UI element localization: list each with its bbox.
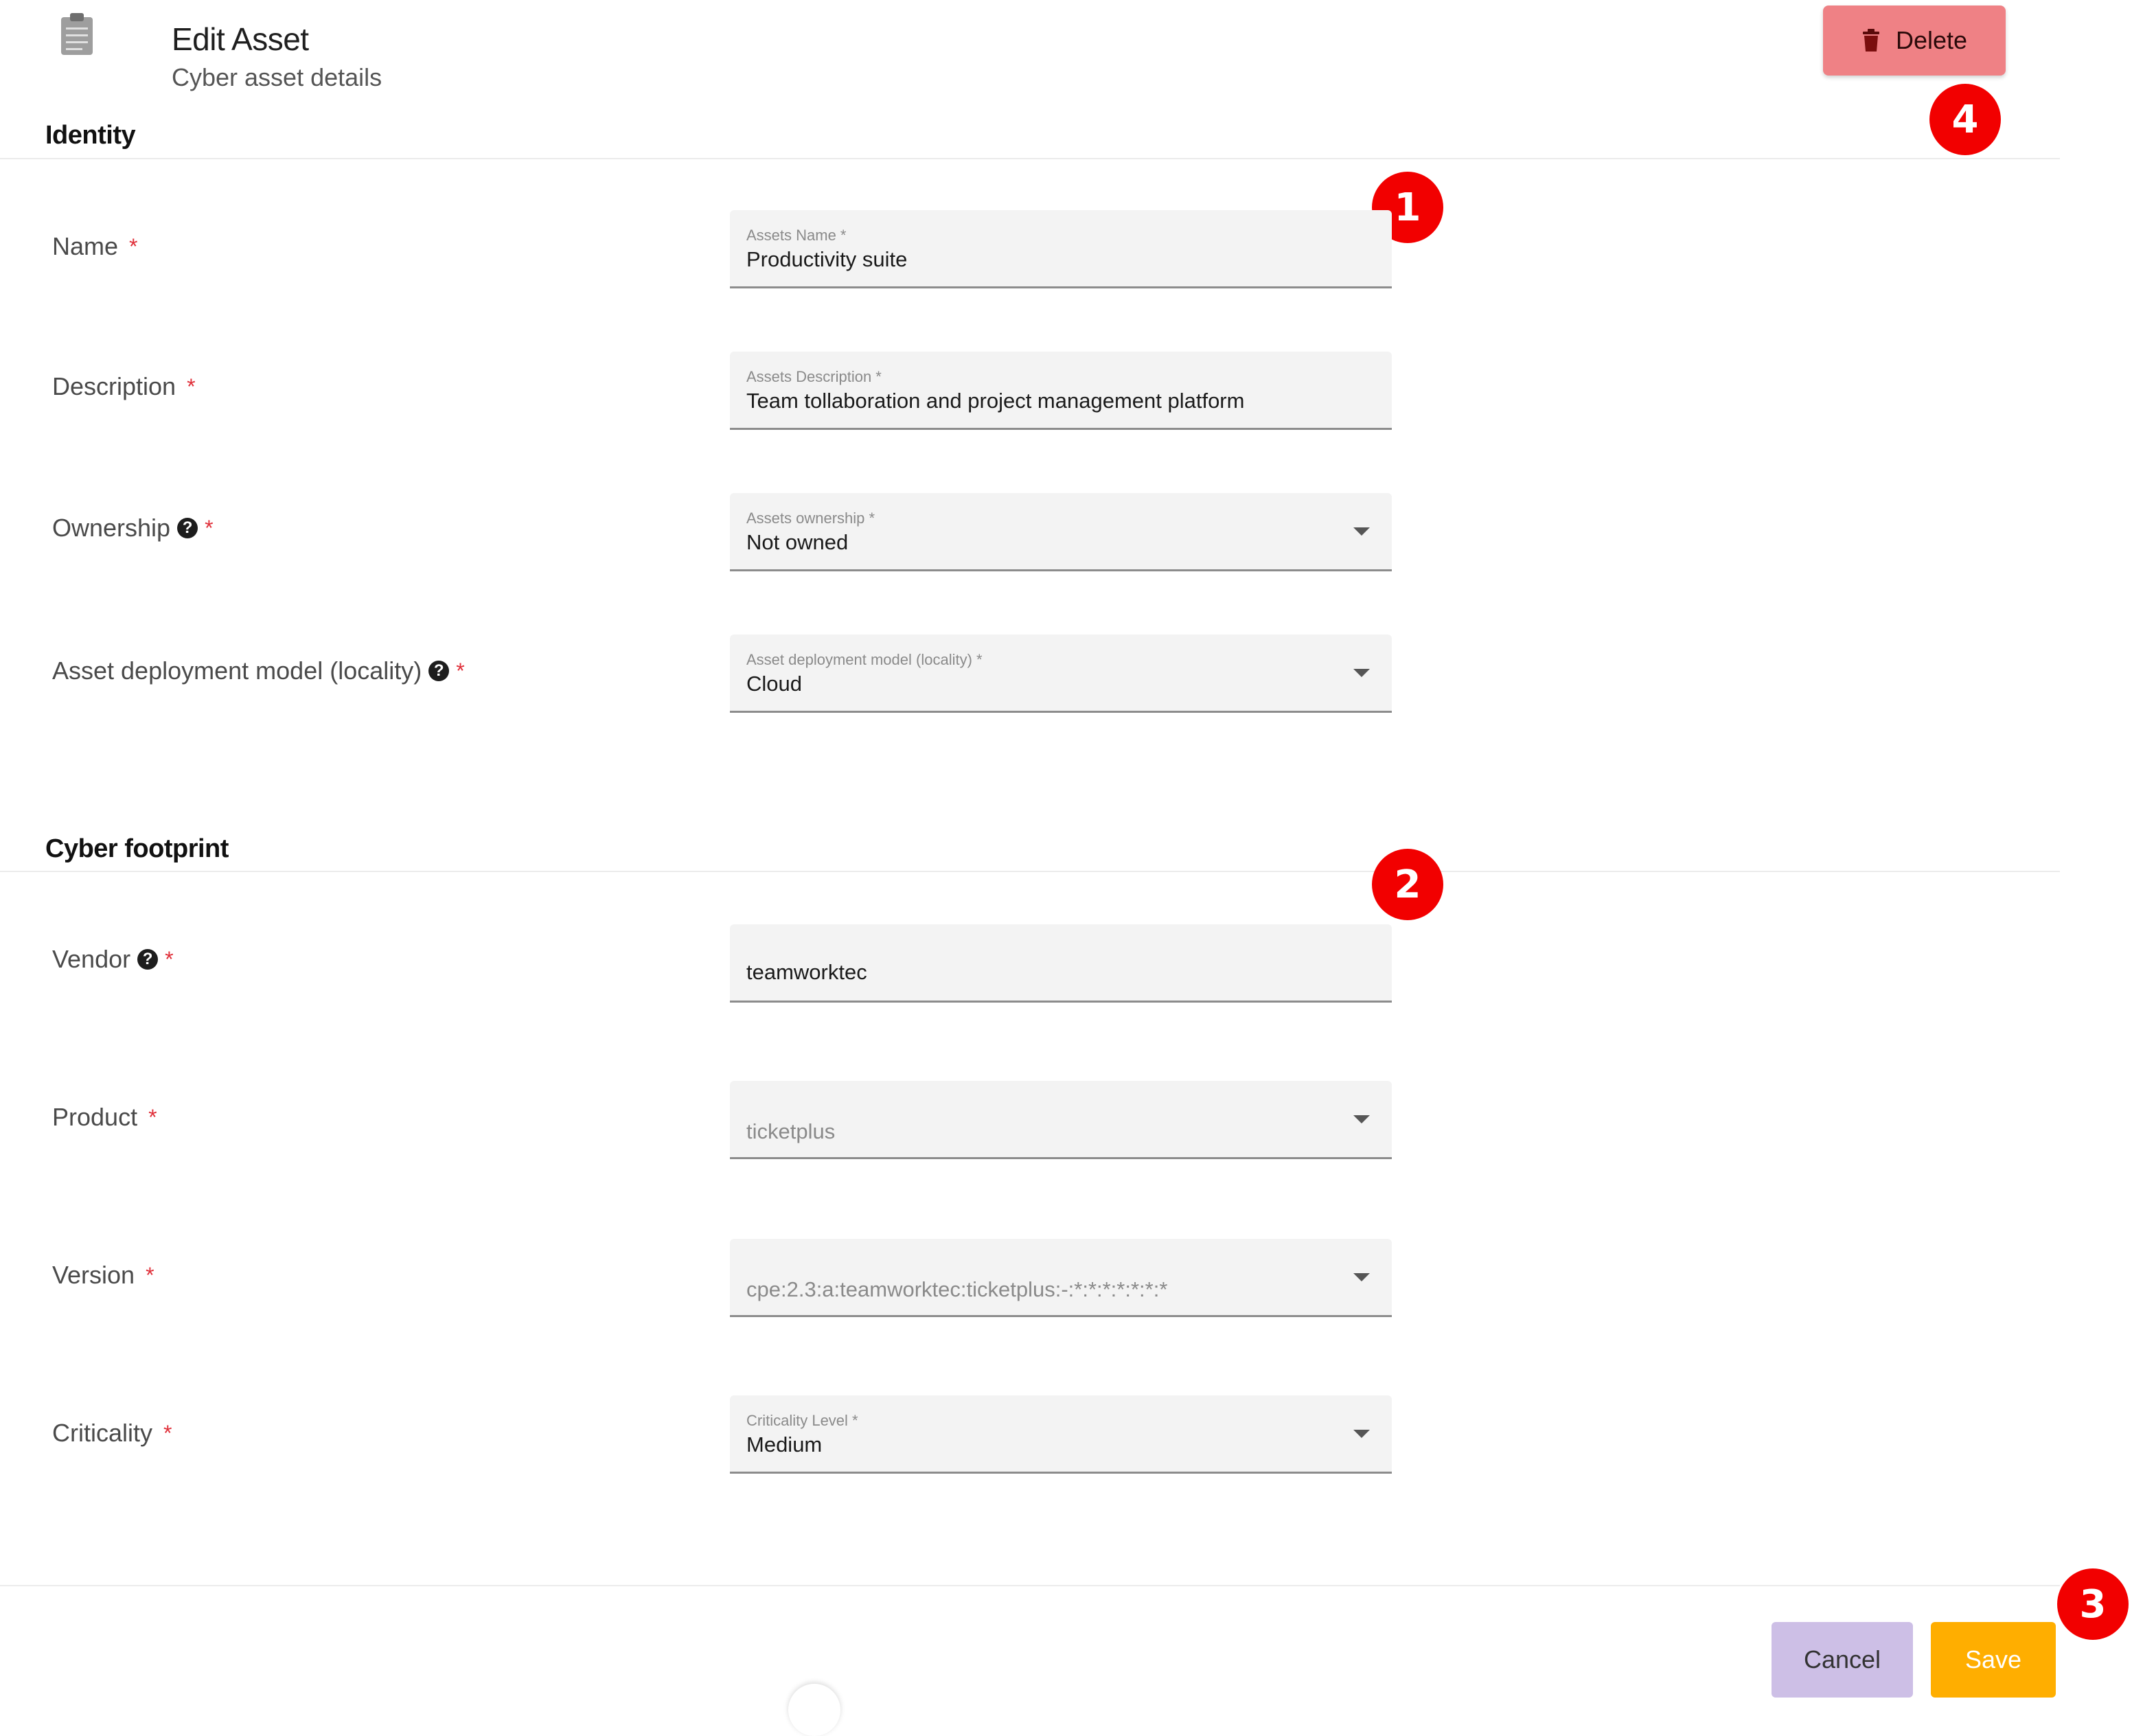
deployment-model-float-label: Asset deployment model (locality) * [746,651,983,668]
product-select[interactable]: ticketplus [730,1081,1392,1159]
assets-ownership-value: Not owned [746,530,849,554]
ownership-label: Ownership ? * [52,514,214,542]
section-divider [0,871,2060,872]
floating-round-button[interactable] [788,1684,840,1736]
assets-name-float-label: Assets Name * [746,227,847,244]
assets-name-value: Productivity suite [746,247,908,271]
section-title-identity: Identity [45,121,136,150]
clipboard-icon [61,13,93,55]
save-button[interactable]: Save [1931,1622,2056,1698]
version-label: Version * [52,1261,154,1290]
cancel-button[interactable]: Cancel [1772,1622,1913,1698]
product-value: ticketplus [746,1119,836,1143]
assets-ownership-float-label: Assets ownership * [746,510,875,527]
deployment-model-value: Cloud [746,672,802,696]
version-value: cpe:2.3:a:teamworktec:ticketplus:-:*:*:*… [746,1277,1168,1301]
required-marker: * [148,1104,157,1130]
version-select[interactable]: cpe:2.3:a:teamworktec:ticketplus:-:*:*:*… [730,1239,1392,1317]
description-label-text: Description [52,372,176,400]
caret-down-icon [1353,669,1370,677]
required-marker: * [456,658,465,683]
vendor-value: teamworktec [746,960,867,984]
criticality-label: Criticality * [52,1419,172,1448]
help-icon[interactable]: ? [428,661,450,681]
name-label: Name * [52,232,137,261]
required-marker: * [205,515,214,540]
caret-down-icon [1353,1273,1370,1281]
section-title-cyber-footprint: Cyber footprint [45,834,229,863]
criticality-level-select[interactable]: Criticality Level * Medium [730,1395,1392,1474]
required-marker: * [163,1420,172,1446]
vendor-label: Vendor ? * [52,945,174,974]
required-marker: * [146,1262,154,1288]
assets-name-input[interactable]: Assets Name * Productivity suite [730,210,1392,288]
deployment-model-label-text: Asset deployment model (locality) [52,656,422,685]
product-label-text: Product [52,1103,138,1131]
description-label: Description * [52,372,196,401]
criticality-label-text: Criticality [52,1419,153,1447]
annotation-badge-3: 3 [2057,1568,2129,1640]
vendor-label-text: Vendor [52,945,131,973]
assets-description-value: Team tollaboration and project managemen… [746,389,1245,413]
required-marker: * [129,233,138,259]
delete-button[interactable]: Delete [1823,5,2006,76]
annotation-badge-2: 2 [1372,849,1443,920]
ownership-label-text: Ownership [52,514,171,542]
assets-ownership-select[interactable]: Assets ownership * Not owned [730,493,1392,571]
criticality-level-float-label: Criticality Level * [746,1412,858,1429]
annotation-badge-4: 4 [1929,84,2001,155]
help-icon[interactable]: ? [177,518,198,538]
version-label-text: Version [52,1261,135,1289]
caret-down-icon [1353,1115,1370,1123]
vendor-input[interactable]: teamworktec [730,924,1392,1003]
criticality-level-value: Medium [746,1432,823,1457]
footer-divider [0,1585,2060,1586]
name-label-text: Name [52,232,119,260]
caret-down-icon [1353,527,1370,536]
section-divider [0,158,2060,159]
required-marker: * [165,946,174,972]
help-icon[interactable]: ? [137,949,159,970]
deployment-model-label: Asset deployment model (locality) ? * [52,656,465,685]
assets-description-input[interactable]: Assets Description * Team tollaboration … [730,352,1392,430]
caret-down-icon [1353,1430,1370,1438]
trash-icon [1862,29,1879,52]
page-title: Edit Asset [172,21,309,57]
page-subtitle: Cyber asset details [172,63,382,91]
delete-button-label: Delete [1895,26,1968,54]
product-label: Product * [52,1103,157,1132]
assets-description-float-label: Assets Description * [746,368,882,385]
deployment-model-select[interactable]: Asset deployment model (locality) * Clou… [730,635,1392,713]
required-marker: * [187,374,196,399]
